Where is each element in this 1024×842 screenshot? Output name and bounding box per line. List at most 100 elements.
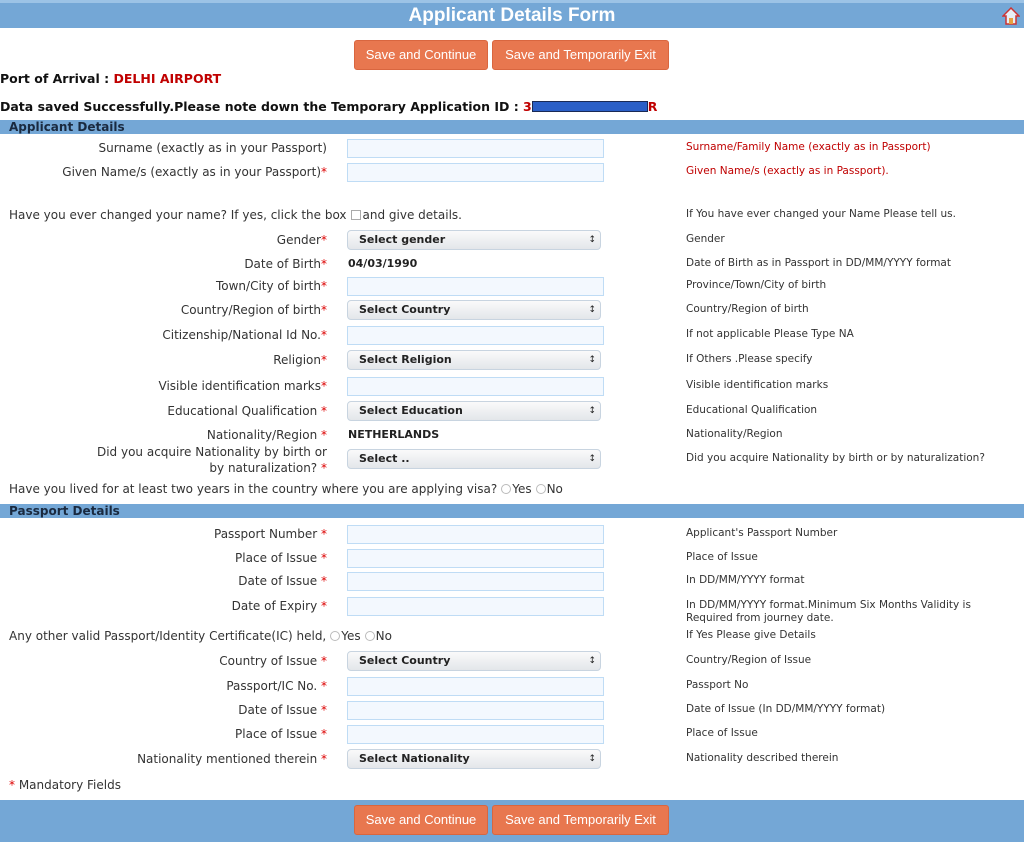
field-label: Visible identification marks* [159,378,327,394]
field-label: Did you acquire Nationality by birth or … [82,444,327,476]
no-radio[interactable] [364,631,375,641]
label-text: Place of Issue [235,551,321,565]
required-asterisk: * [321,679,327,693]
field-hint: Country/Region of birth [686,303,809,315]
field-label: Citizenship/National Id No.* [162,327,327,343]
label-text: Did you acquire Nationality by birth or … [96,445,327,475]
field-label: Surname (exactly as in your Passport) [99,140,327,156]
text-input[interactable] [347,163,604,182]
select-dropdown[interactable]: Select Country [347,300,601,320]
required-asterisk: * [321,404,327,418]
label-text: Nationality mentioned therein [137,752,321,766]
page-header: Applicant Details Form [0,0,1024,28]
required-asterisk: * [321,233,327,247]
label-text: Religion [273,353,321,367]
section-applicant-details: Applicant Details [0,120,1024,134]
question-label: Any other valid Passport/Identity Certif… [9,629,327,643]
label-text: Place of Issue [235,727,321,741]
port-label: Port of Arrival : [0,71,114,86]
label-text: Date of Expiry [231,599,321,613]
text-input[interactable] [347,525,604,544]
text-input[interactable] [347,139,604,158]
field-label: Passport/IC No. * [226,678,327,694]
text-input[interactable] [347,725,604,744]
question-label: Have you ever changed your name? If yes,… [9,208,347,222]
text-input[interactable] [347,377,604,396]
yes-radio[interactable] [501,484,512,494]
label-text: Visible identification marks [158,379,321,393]
save-and-continue-button[interactable]: Save and Continue [354,40,488,70]
required-asterisk: * [321,428,327,442]
field-hint: Date of Issue (In DD/MM/YYYY format) [686,703,886,715]
field-hint: Nationality described therein [686,752,839,764]
save-and-continue-button-bottom[interactable]: Save and Continue [354,805,488,835]
label-text: Citizenship/National Id No. [162,328,321,342]
section-passport-details: Passport Details [0,504,1024,518]
select-dropdown[interactable]: Select gender [347,230,601,250]
field-label: Country of Issue * [219,653,327,669]
text-input[interactable] [347,677,604,696]
field-hint: Date of Birth as in Passport in DD/MM/YY… [686,257,951,269]
required-asterisk: * [321,727,327,741]
question-suffix: and give details. [362,208,462,222]
field-value: 04/03/1990 [348,257,418,270]
field-hint: Visible identification marks [686,379,829,391]
home-icon[interactable] [1002,7,1020,25]
field-label: Place of Issue * [235,726,327,742]
radio-question-row: Any other valid Passport/Identity Certif… [9,629,392,643]
label-text: Date of Issue [238,574,321,588]
field-hint: Applicant's Passport Number [686,527,838,539]
field-label: Date of Birth* [244,256,327,272]
field-label: Town/City of birth* [216,278,327,294]
no-radio[interactable] [535,484,546,494]
yes-label: Yes [341,629,361,643]
redaction [531,101,648,112]
field-hint: If You have ever changed your Name Pleas… [686,208,956,220]
required-asterisk: * [321,328,327,342]
text-input[interactable] [347,326,604,345]
required-asterisk: * [321,165,327,179]
field-label: Given Name/s (exactly as in your Passpor… [62,164,327,180]
radio-question-row: Have you lived for at least two years in… [9,482,563,496]
select-dropdown[interactable]: Select .. [347,449,601,469]
field-label: Educational Qualification * [167,403,327,419]
label-text: Date of Birth [244,257,321,271]
text-input[interactable] [347,277,604,296]
required-asterisk: * [321,703,327,717]
select-dropdown[interactable]: Select Country [347,651,601,671]
field-label: Nationality/Region * [207,427,327,443]
text-input[interactable] [347,597,604,616]
text-input[interactable] [347,549,604,568]
label-text: Nationality/Region [206,428,321,442]
field-hint: Passport No [686,679,749,691]
no-label: No [546,482,563,496]
field-label: Date of Issue * [238,702,327,718]
label-text: Surname (exactly as in your Passport) [98,141,327,155]
select-dropdown[interactable]: Select Nationality [347,749,601,769]
field-hint: Country/Region of Issue [686,654,812,666]
changed-name-checkbox[interactable] [350,210,361,220]
port-of-arrival: Port of Arrival : DELHI AIRPORT [0,71,221,86]
required-asterisk: * [321,551,327,565]
field-label: Country/Region of birth* [181,302,327,318]
select-dropdown[interactable]: Select Religion [347,350,601,370]
text-input[interactable] [347,701,604,720]
label-text: Educational Qualification [167,404,321,418]
field-hint: Surname/Family Name (exactly as in Passp… [686,141,931,153]
required-asterisk: * [321,461,327,475]
field-hint: Gender [686,233,725,245]
field-hint: Educational Qualification [686,404,818,416]
field-label: Place of Issue * [235,550,327,566]
save-and-exit-button-bottom[interactable]: Save and Temporarily Exit [492,805,669,835]
text-input[interactable] [347,572,604,591]
field-label: Date of Expiry * [232,598,327,614]
required-asterisk: * [321,353,327,367]
label-text: Town/City of birth [215,279,321,293]
save-and-exit-button[interactable]: Save and Temporarily Exit [492,40,669,70]
field-hint: If not applicable Please Type NA [686,328,854,340]
required-asterisk: * [321,257,327,271]
field-hint: Place of Issue [686,551,758,563]
yes-radio[interactable] [330,631,341,641]
field-value: NETHERLANDS [348,428,440,441]
select-dropdown[interactable]: Select Education [347,401,601,421]
